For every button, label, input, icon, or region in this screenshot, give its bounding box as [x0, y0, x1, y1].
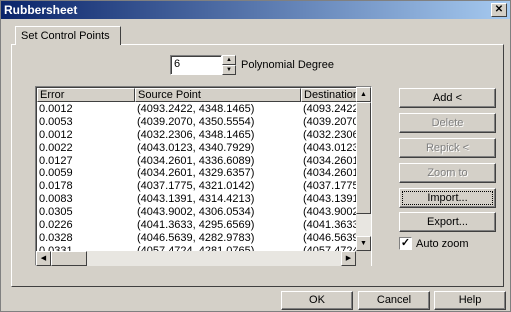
polynomial-degree-label: Polynomial Degree — [241, 59, 334, 71]
table-row[interactable]: 0.0083 (4043.1391, 4314.4213) (4043.1391, … — [37, 193, 370, 206]
source-point-cell: (4037.1775, 4321.0142) — [137, 180, 255, 193]
table-row[interactable]: 0.0012 (4032.2306, 4348.1465) (4032.2306, … — [37, 129, 370, 142]
source-point-cell: (4093.2422, 4348.1465) — [137, 103, 255, 115]
source-point-cell: (4043.1391, 4314.4213) — [137, 193, 255, 206]
table-header: Error Source Point Destination Poi — [37, 88, 371, 102]
error-cell: 0.0059 — [39, 167, 73, 180]
source-point-cell: (4043.9002, 4306.0534) — [137, 206, 255, 219]
source-point-cell: (4041.3633, 4295.6569) — [137, 219, 255, 232]
auto-zoom-label: Auto zoom — [416, 238, 469, 250]
help-button[interactable]: Help — [434, 291, 506, 310]
table-row[interactable]: 0.0127 (4034.2601, 4336.6089) (4034.2601, … — [37, 155, 370, 168]
tab-set-control-points[interactable]: Set Control Points — [15, 26, 121, 45]
column-header-error[interactable]: Error — [37, 88, 135, 102]
table-row[interactable]: 0.0178 (4037.1775, 4321.0142) (4037.1775, … — [37, 180, 370, 193]
spin-down-icon[interactable]: ▼ — [222, 65, 236, 75]
add-button[interactable]: Add < — [399, 88, 496, 108]
scroll-left-icon[interactable]: ◀ — [36, 251, 51, 266]
export-button[interactable]: Export... — [399, 212, 496, 232]
polynomial-degree-spinner[interactable]: ▲ ▼ — [222, 55, 236, 75]
ok-button[interactable]: OK — [281, 291, 353, 310]
error-cell: 0.0083 — [39, 193, 73, 206]
table-body: 0.0012 (4093.2422, 4348.1465) (4093.2422, … — [37, 103, 370, 258]
zoom-to-button[interactable]: Zoom to — [399, 163, 496, 183]
error-cell: 0.0127 — [39, 154, 73, 167]
table-row[interactable]: 0.0305 (4043.9002, 4306.0534) (4043.9002, … — [37, 206, 370, 219]
table-row[interactable]: 0.0059 (4034.2601, 4329.6357) (4034.2601, … — [37, 167, 370, 180]
table-row[interactable]: 0.0053 (4039.2070, 4350.5554) (4039.2070, … — [37, 116, 370, 129]
error-cell: 0.0178 — [39, 180, 73, 193]
error-cell: 0.0012 — [39, 103, 73, 115]
table-row[interactable]: 0.0012 (4093.2422, 4348.1465) (4093.2422, … — [37, 103, 370, 116]
scroll-right-icon[interactable]: ▶ — [341, 251, 356, 266]
horizontal-scroll-thumb[interactable] — [51, 251, 87, 266]
source-point-cell: (4039.2070, 4350.5554) — [137, 115, 255, 128]
error-cell: 0.0022 — [39, 141, 73, 154]
table-row[interactable]: 0.0328 (4046.5639, 4282.9783) (4046.5639, … — [37, 232, 370, 245]
error-cell: 0.0328 — [39, 231, 73, 244]
error-cell: 0.0226 — [39, 219, 73, 232]
polynomial-degree-input[interactable]: 6 — [170, 55, 222, 75]
spin-up-icon[interactable]: ▲ — [222, 55, 236, 65]
close-icon[interactable]: ✕ — [491, 3, 507, 17]
window-title: Rubbersheet — [4, 3, 78, 17]
horizontal-scrollbar[interactable]: ◀ ▶ — [36, 251, 356, 266]
column-header-source-point[interactable]: Source Point — [135, 88, 301, 102]
source-point-cell: (4034.2601, 4329.6357) — [137, 167, 255, 180]
source-point-cell: (4043.0123, 4340.7929) — [137, 141, 255, 154]
error-cell: 0.0305 — [39, 206, 73, 219]
source-point-cell: (4032.2306, 4348.1465) — [137, 128, 255, 141]
scroll-up-icon[interactable]: ▲ — [356, 87, 371, 102]
scroll-down-icon[interactable]: ▼ — [356, 236, 371, 251]
delete-button[interactable]: Delete — [399, 113, 496, 133]
title-bar: Rubbersheet ✕ — [1, 1, 510, 19]
control-points-table[interactable]: Error Source Point Destination Poi 0.001… — [35, 86, 372, 266]
source-point-cell: (4046.5639, 4282.9783) — [137, 231, 255, 244]
cancel-button[interactable]: Cancel — [358, 291, 430, 310]
vertical-scroll-thumb[interactable] — [356, 102, 371, 214]
error-cell: 0.0012 — [39, 128, 73, 141]
source-point-cell: (4034.2601, 4336.6089) — [137, 154, 255, 167]
error-cell: 0.0053 — [39, 115, 73, 128]
rubbersheet-dialog: Rubbersheet ✕ Set Control Points 6 ▲ ▼ P… — [0, 0, 511, 312]
auto-zoom-checkbox[interactable]: ✓ — [399, 237, 412, 250]
vertical-scrollbar[interactable]: ▲ ▼ — [356, 87, 371, 251]
table-row[interactable]: 0.0226 (4041.3633, 4295.6569) (4041.3633, … — [37, 219, 370, 232]
table-row[interactable]: 0.0022 (4043.0123, 4340.7929) (4043.0123, … — [37, 142, 370, 155]
import-button[interactable]: Import... — [399, 188, 496, 208]
scroll-corner — [356, 251, 371, 266]
repick-button[interactable]: Repick < — [399, 138, 496, 158]
